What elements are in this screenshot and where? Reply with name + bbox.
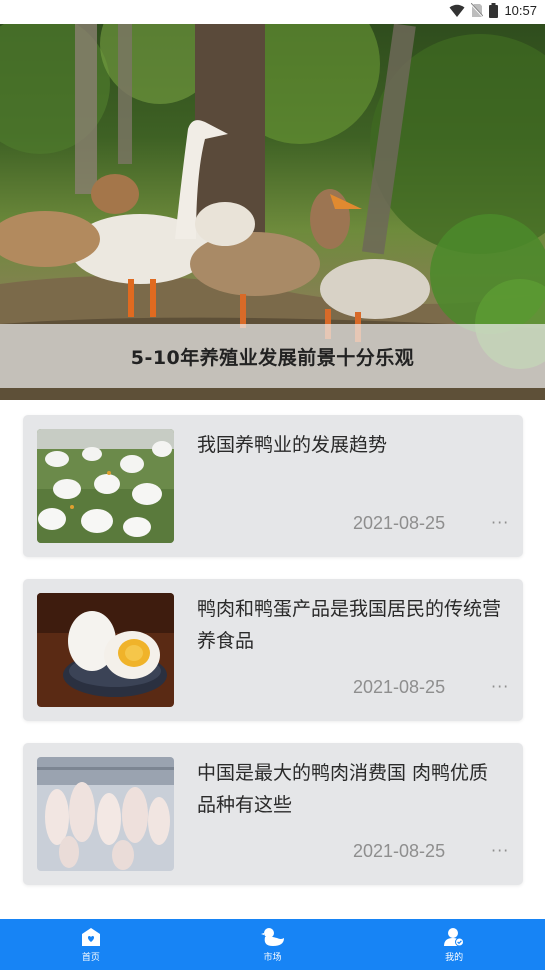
salted-duck-eggs-image: [37, 593, 174, 707]
bottom-nav: 首页 市场 我的: [0, 919, 545, 970]
more-options-icon[interactable]: ···: [491, 677, 509, 696]
hero-caption: 5-10年养殖业发展前景十分乐观: [130, 346, 415, 369]
article-title: 我国养鸭业的发展趋势: [197, 434, 388, 456]
article-date: 2021-08-25: [353, 677, 446, 697]
article-thumbnail: [37, 593, 174, 707]
article-card[interactable]: 中国是最大的鸭肉消费国 肉鸭优质品种有这些 2021-08-25 ···: [23, 743, 523, 885]
nav-item-home[interactable]: 首页: [0, 919, 182, 970]
article-list: 我国养鸭业的发展趋势 2021-08-25 ··· 鸭肉和鸭蛋产品是我国居民的传…: [0, 400, 545, 918]
user-icon: [444, 927, 465, 946]
article-thumbnail: [37, 757, 174, 871]
white-ducks-image: [37, 429, 174, 543]
article-date: 2021-08-25: [353, 513, 446, 533]
nav-label-home: 首页: [81, 952, 100, 963]
home-icon: [81, 927, 100, 946]
nav-label-profile: 我的: [445, 952, 464, 963]
status-bar: 10:57: [0, 0, 545, 24]
more-options-icon[interactable]: ···: [491, 513, 509, 532]
hero-caption-bar: 5-10年养殖业发展前景十分乐观: [0, 324, 545, 388]
wifi-icon: [449, 4, 465, 17]
status-icons: 10:57: [449, 3, 537, 18]
more-options-icon[interactable]: ···: [491, 841, 509, 860]
duck-icon: [260, 927, 284, 946]
processed-ducks-image: [37, 757, 174, 871]
article-date: 2021-08-25: [353, 841, 446, 861]
no-sim-icon: [471, 3, 484, 18]
battery-icon: [489, 3, 499, 18]
nav-item-market[interactable]: 市场: [182, 919, 364, 970]
nav-label-market: 市场: [263, 952, 282, 963]
article-title: 鸭肉和鸭蛋产品是我国居民的传统营养食品: [197, 598, 502, 652]
article-card[interactable]: 我国养鸭业的发展趋势 2021-08-25 ···: [23, 415, 523, 557]
status-time: 10:57: [504, 3, 537, 18]
article-title: 中国是最大的鸭肉消费国 肉鸭优质品种有这些: [197, 762, 489, 816]
article-thumbnail: [37, 429, 174, 543]
hero-banner[interactable]: 5-10年养殖业发展前景十分乐观: [0, 24, 545, 400]
nav-item-profile[interactable]: 我的: [363, 919, 545, 970]
article-card[interactable]: 鸭肉和鸭蛋产品是我国居民的传统营养食品 2021-08-25 ···: [23, 579, 523, 721]
